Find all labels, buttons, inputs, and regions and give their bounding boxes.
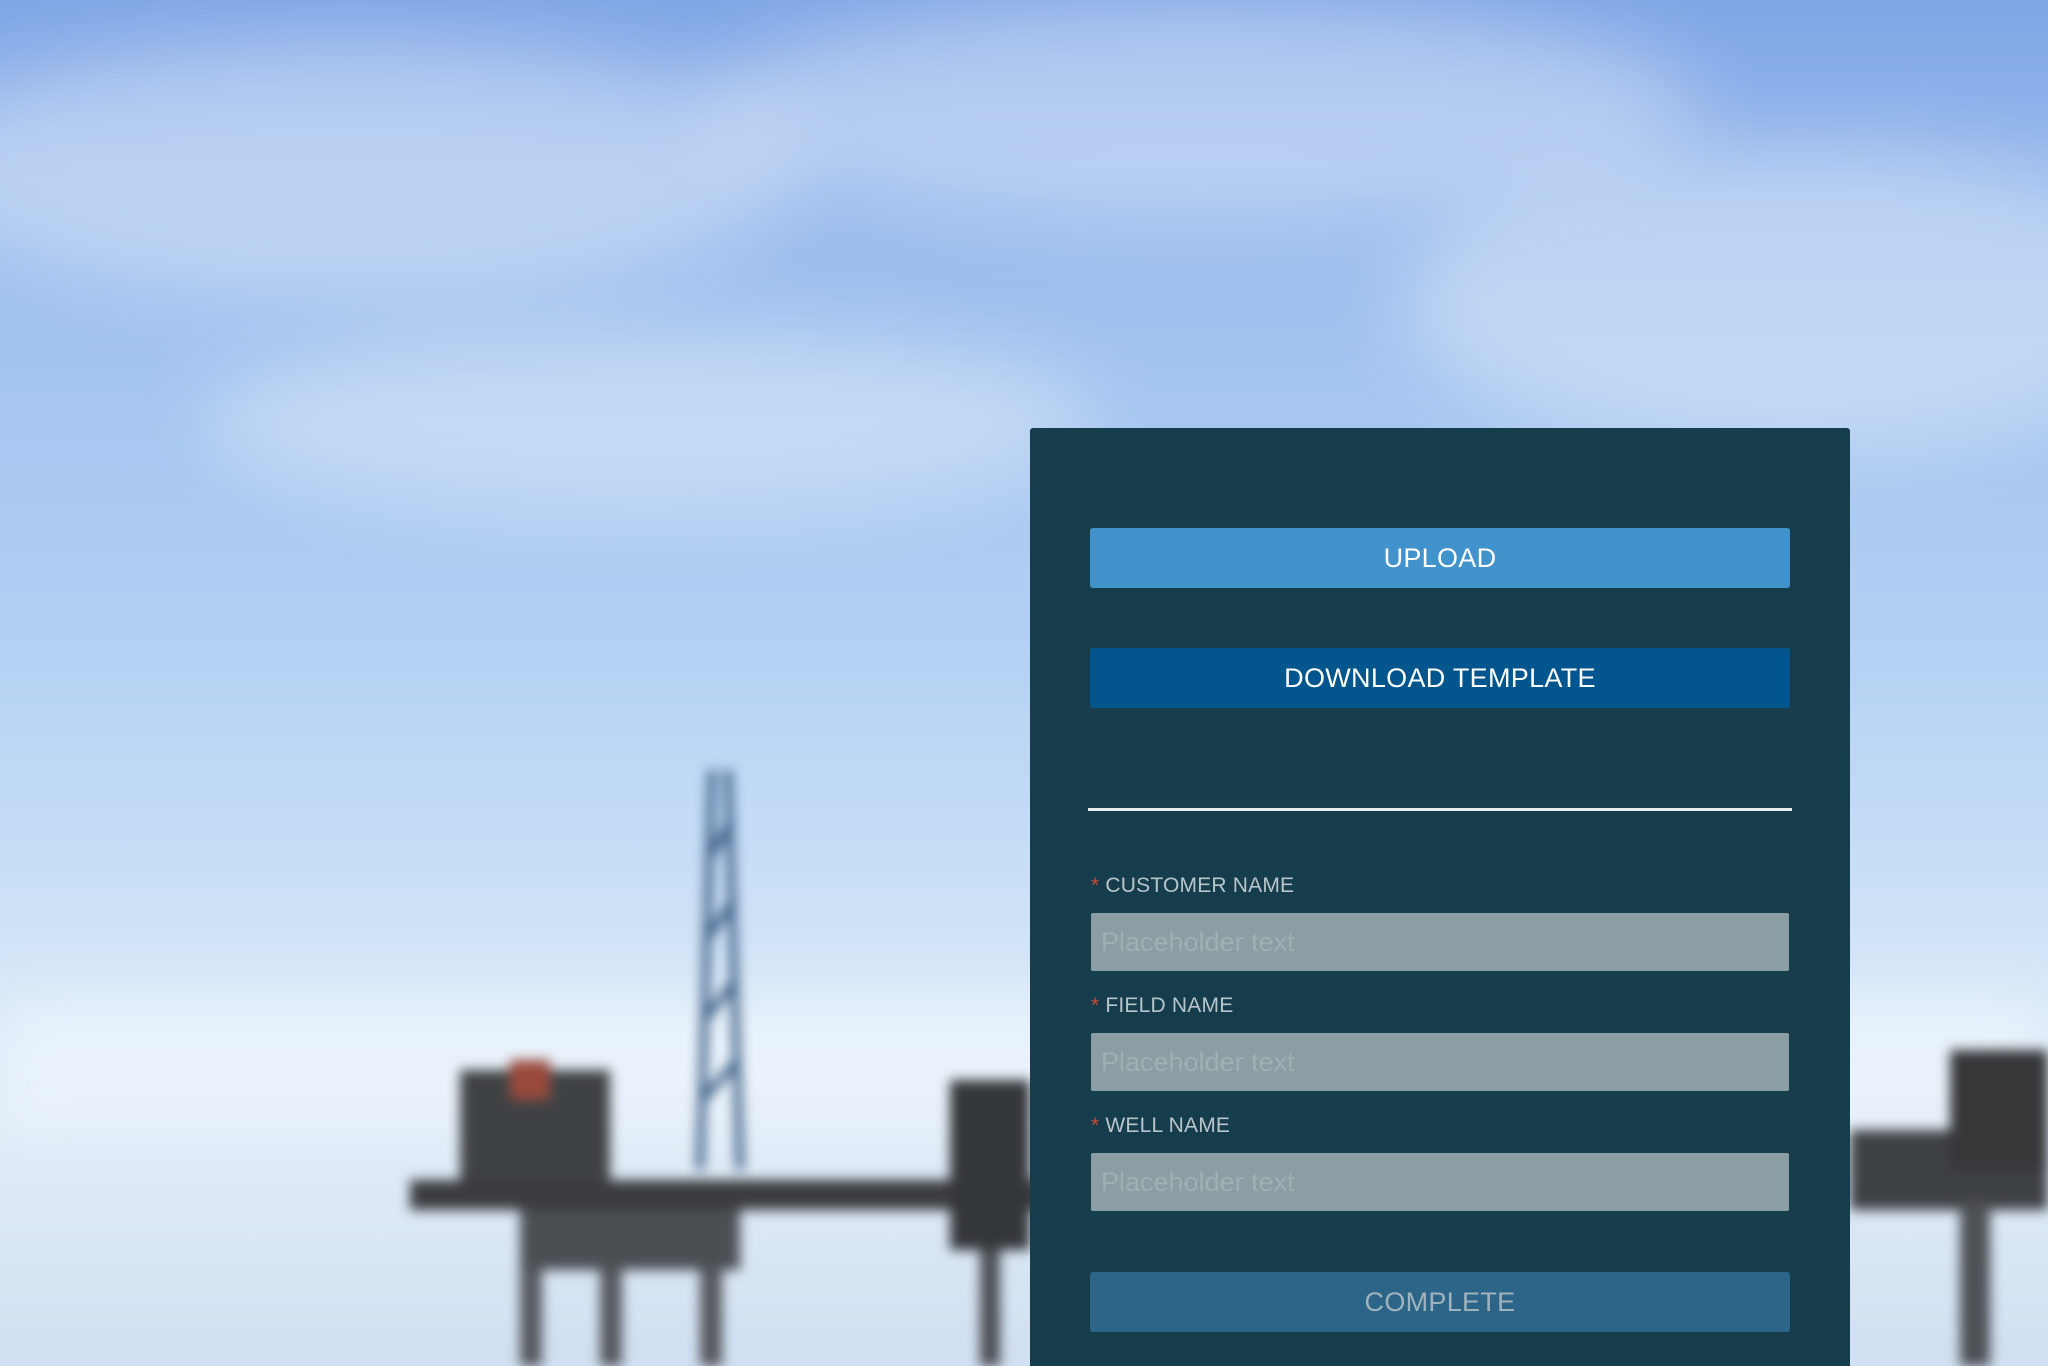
- field-name-label-text: FIELD NAME: [1105, 994, 1234, 1017]
- customer-name-input[interactable]: [1091, 913, 1789, 971]
- required-marker: *: [1091, 994, 1100, 1017]
- divider: [1088, 808, 1792, 811]
- customer-name-label: * CUSTOMER NAME: [1091, 874, 1294, 898]
- upload-panel: UPLOAD DOWNLOAD TEMPLATE * CUSTOMER NAME …: [1030, 428, 1850, 1366]
- well-name-label-text: WELL NAME: [1105, 1114, 1231, 1137]
- required-marker: *: [1091, 1114, 1100, 1137]
- download-template-button[interactable]: DOWNLOAD TEMPLATE: [1090, 648, 1790, 708]
- field-name-input[interactable]: [1091, 1033, 1789, 1091]
- customer-name-label-text: CUSTOMER NAME: [1105, 874, 1295, 897]
- required-marker: *: [1091, 874, 1100, 897]
- upload-button[interactable]: UPLOAD: [1090, 528, 1790, 588]
- well-name-input[interactable]: [1091, 1153, 1789, 1211]
- well-name-label: * WELL NAME: [1091, 1114, 1230, 1138]
- complete-button[interactable]: COMPLETE: [1090, 1272, 1790, 1332]
- field-name-label: * FIELD NAME: [1091, 994, 1233, 1018]
